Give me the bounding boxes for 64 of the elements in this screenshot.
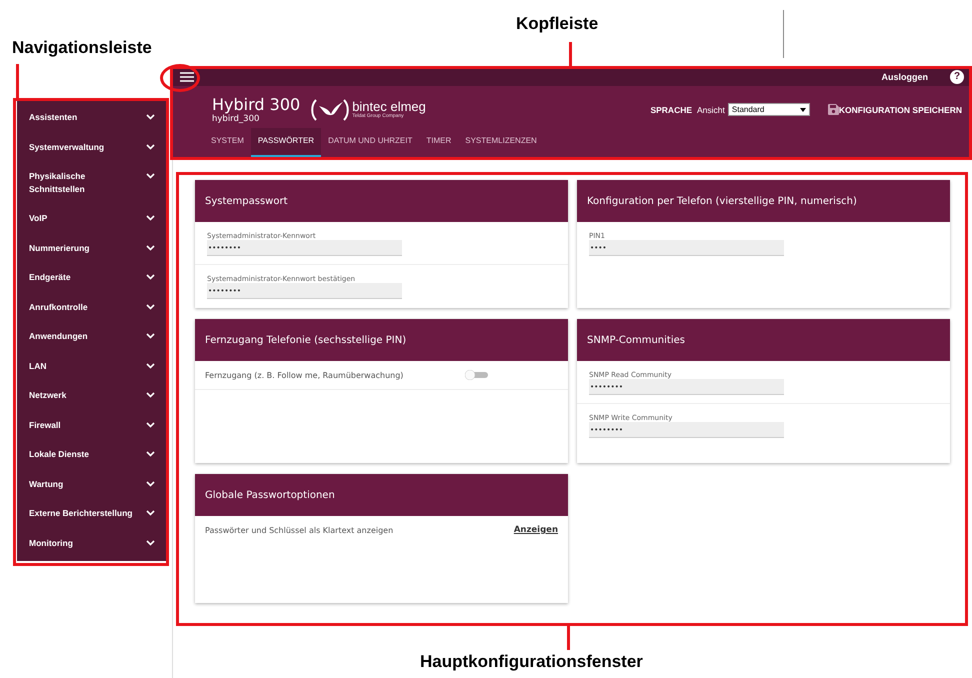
chevron-down-icon [146, 333, 155, 339]
nav-item[interactable]: Wartung [17, 470, 167, 499]
chevron-down-icon [146, 362, 155, 368]
card-title: Konfiguration per Telefon (vierstellige PIN, numerisch) [577, 180, 950, 222]
callout-label: Navigationsleiste [12, 38, 152, 58]
setting-label: Fernzugang (z. B. Follow me, Raumüberwachung) [205, 370, 404, 380]
view-dropdown[interactable]: Standard [728, 103, 810, 116]
logout-link[interactable]: Ausloggen [882, 72, 928, 82]
card-title: Globale Passwortoptionen [195, 474, 568, 516]
nav-item[interactable]: Assistenten [17, 103, 167, 132]
save-config-button[interactable]: KONFIGURATION SPEICHERN [838, 104, 962, 115]
toggle-switch[interactable] [465, 370, 490, 380]
callout-label: Kopfleiste [516, 14, 598, 34]
card-title: Fernzugang Telefonie (sechsstellige PIN) [195, 319, 568, 361]
chevron-down-icon [146, 173, 155, 179]
nav-item[interactable]: Externe Berichterstellung [17, 499, 167, 528]
nav-item[interactable]: Anwendungen [17, 322, 167, 352]
chevron-down-icon [146, 304, 155, 310]
chevron-down-icon [146, 510, 155, 516]
nav-item[interactable]: Monitoring [17, 528, 167, 558]
callout-label: Hauptkonfigurationsfenster [420, 652, 643, 672]
bird-logo-icon [310, 98, 350, 122]
device-title: Hybird 300 [212, 96, 300, 114]
show-link[interactable]: Anzeigen [514, 525, 558, 535]
chevron-down-icon [146, 144, 155, 150]
leader-line [567, 626, 570, 650]
nav-item[interactable]: VoIP [17, 204, 167, 234]
nav-item[interactable]: Anrufkontrolle [17, 292, 167, 322]
help-button[interactable]: ? [950, 70, 964, 84]
leader-line [16, 64, 19, 99]
card-title: SNMP-Communities [577, 319, 950, 361]
caret-icon [800, 108, 806, 112]
view-label: Ansicht [697, 104, 725, 115]
nav-item[interactable]: Lokale Dienste [17, 440, 167, 470]
tab[interactable]: PASSWÖRTER [250, 128, 322, 158]
nav-item[interactable]: LAN [17, 352, 167, 381]
chevron-down-icon [146, 274, 155, 280]
chevron-down-icon [146, 244, 155, 250]
save-icon[interactable] [828, 104, 839, 116]
nav-item[interactable]: Nummerierung [17, 234, 167, 263]
tab[interactable]: DATUM UND UHRZEIT [321, 128, 420, 158]
chevron-down-icon [146, 215, 155, 221]
brand-name: bintec elmeg [352, 100, 426, 114]
tab[interactable]: SYSTEMLIZENZEN [458, 128, 544, 158]
chevron-down-icon [146, 392, 155, 398]
nav-item[interactable]: Netzwerk [17, 381, 167, 410]
menu-icon[interactable] [180, 72, 194, 82]
chevron-down-icon [146, 451, 155, 457]
chevron-down-icon [146, 540, 155, 546]
setting-label: Passwörter und Schlüssel als Klartext anzeigen [205, 526, 394, 534]
nav-item[interactable]: Physikalische Schnittstellen [17, 162, 167, 204]
chevron-down-icon [146, 114, 155, 120]
nav-item[interactable]: Endgeräte [17, 263, 167, 292]
leader-line [569, 42, 572, 67]
nav-item[interactable]: Firewall [17, 410, 167, 440]
callout-circle [160, 64, 200, 92]
nav-item[interactable]: Systemverwaltung [17, 132, 167, 162]
tab[interactable]: TIMER [419, 128, 458, 158]
chevron-down-icon [146, 480, 155, 486]
card-title: Systempasswort [195, 180, 568, 222]
tab[interactable]: SYSTEM [204, 128, 251, 158]
device-name: hybird_300 [212, 114, 260, 124]
language-label[interactable]: SPRACHE [650, 104, 692, 115]
chevron-down-icon [146, 422, 155, 428]
